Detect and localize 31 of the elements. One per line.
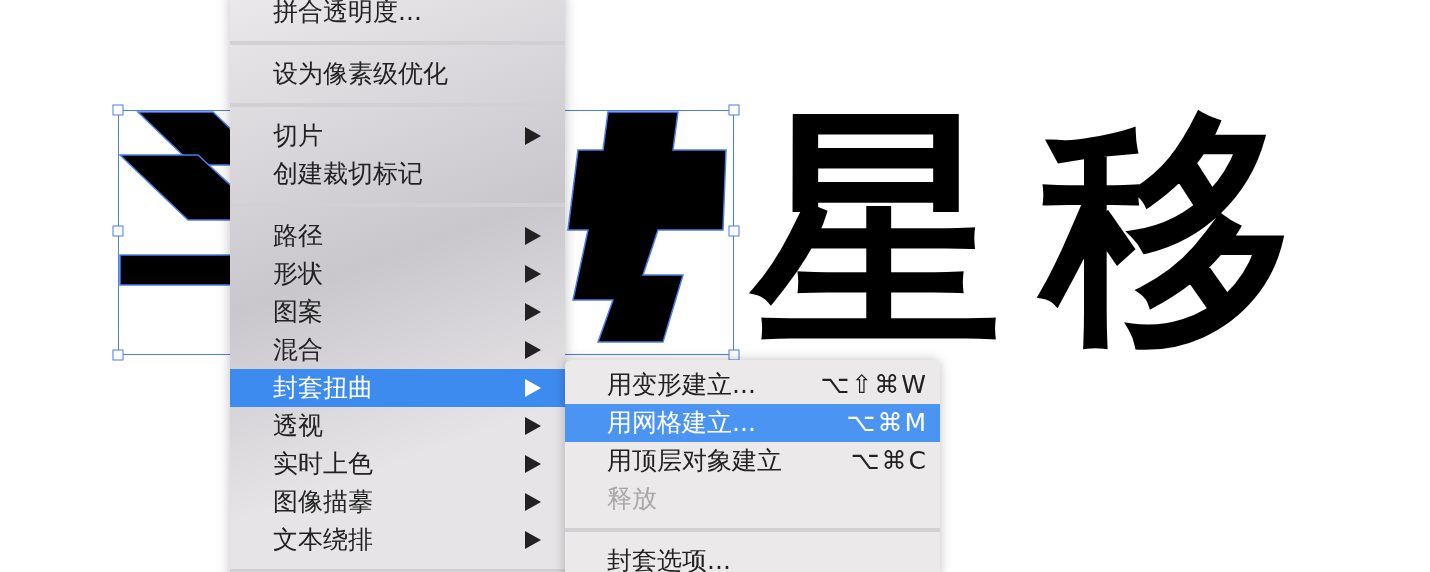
submenu-arrow-icon xyxy=(525,379,541,397)
menu-item[interactable]: 透视 xyxy=(230,407,565,445)
submenu-item[interactable]: 用变形建立... ⌥⇧⌘W xyxy=(565,366,940,404)
submenu-item[interactable]: 封套选项... xyxy=(565,542,940,572)
submenu-arrow-icon xyxy=(525,531,541,549)
menu-item[interactable]: 图像描摹 xyxy=(230,483,565,521)
submenu-item[interactable]: 用顶层对象建立 ⌥⌘C xyxy=(565,442,940,480)
menu-item[interactable]: 切片 xyxy=(230,117,565,155)
menu-item[interactable]: 设为像素级优化 xyxy=(230,55,565,93)
menu-item[interactable]: 形状 xyxy=(230,255,565,293)
submenu-arrow-icon xyxy=(525,493,541,511)
menu-item[interactable]: 文本绕排 xyxy=(230,521,565,559)
selection-handle[interactable] xyxy=(728,104,740,116)
menu-item[interactable]: 路径 xyxy=(230,217,565,255)
selection-handle[interactable] xyxy=(112,225,124,237)
submenu-arrow-icon xyxy=(525,303,541,321)
submenu-arrow-icon xyxy=(525,127,541,145)
submenu-arrow-icon xyxy=(525,417,541,435)
selection-handle[interactable] xyxy=(112,349,124,361)
submenu-arrow-icon xyxy=(525,265,541,283)
menu-item[interactable]: 图案 xyxy=(230,293,565,331)
submenu-arrow-icon xyxy=(525,227,541,245)
menu-item[interactable]: 混合 xyxy=(230,331,565,369)
menu-item[interactable]: 创建裁切标记 xyxy=(230,155,565,193)
selection-handle[interactable] xyxy=(728,349,740,361)
submenu-arrow-icon xyxy=(525,455,541,473)
selection-handle[interactable] xyxy=(728,225,740,237)
artwork-shape[interactable] xyxy=(567,111,727,343)
submenu-arrow-icon xyxy=(525,341,541,359)
selection-handle[interactable] xyxy=(112,104,124,116)
menu-item[interactable]: 实时上色 xyxy=(230,445,565,483)
